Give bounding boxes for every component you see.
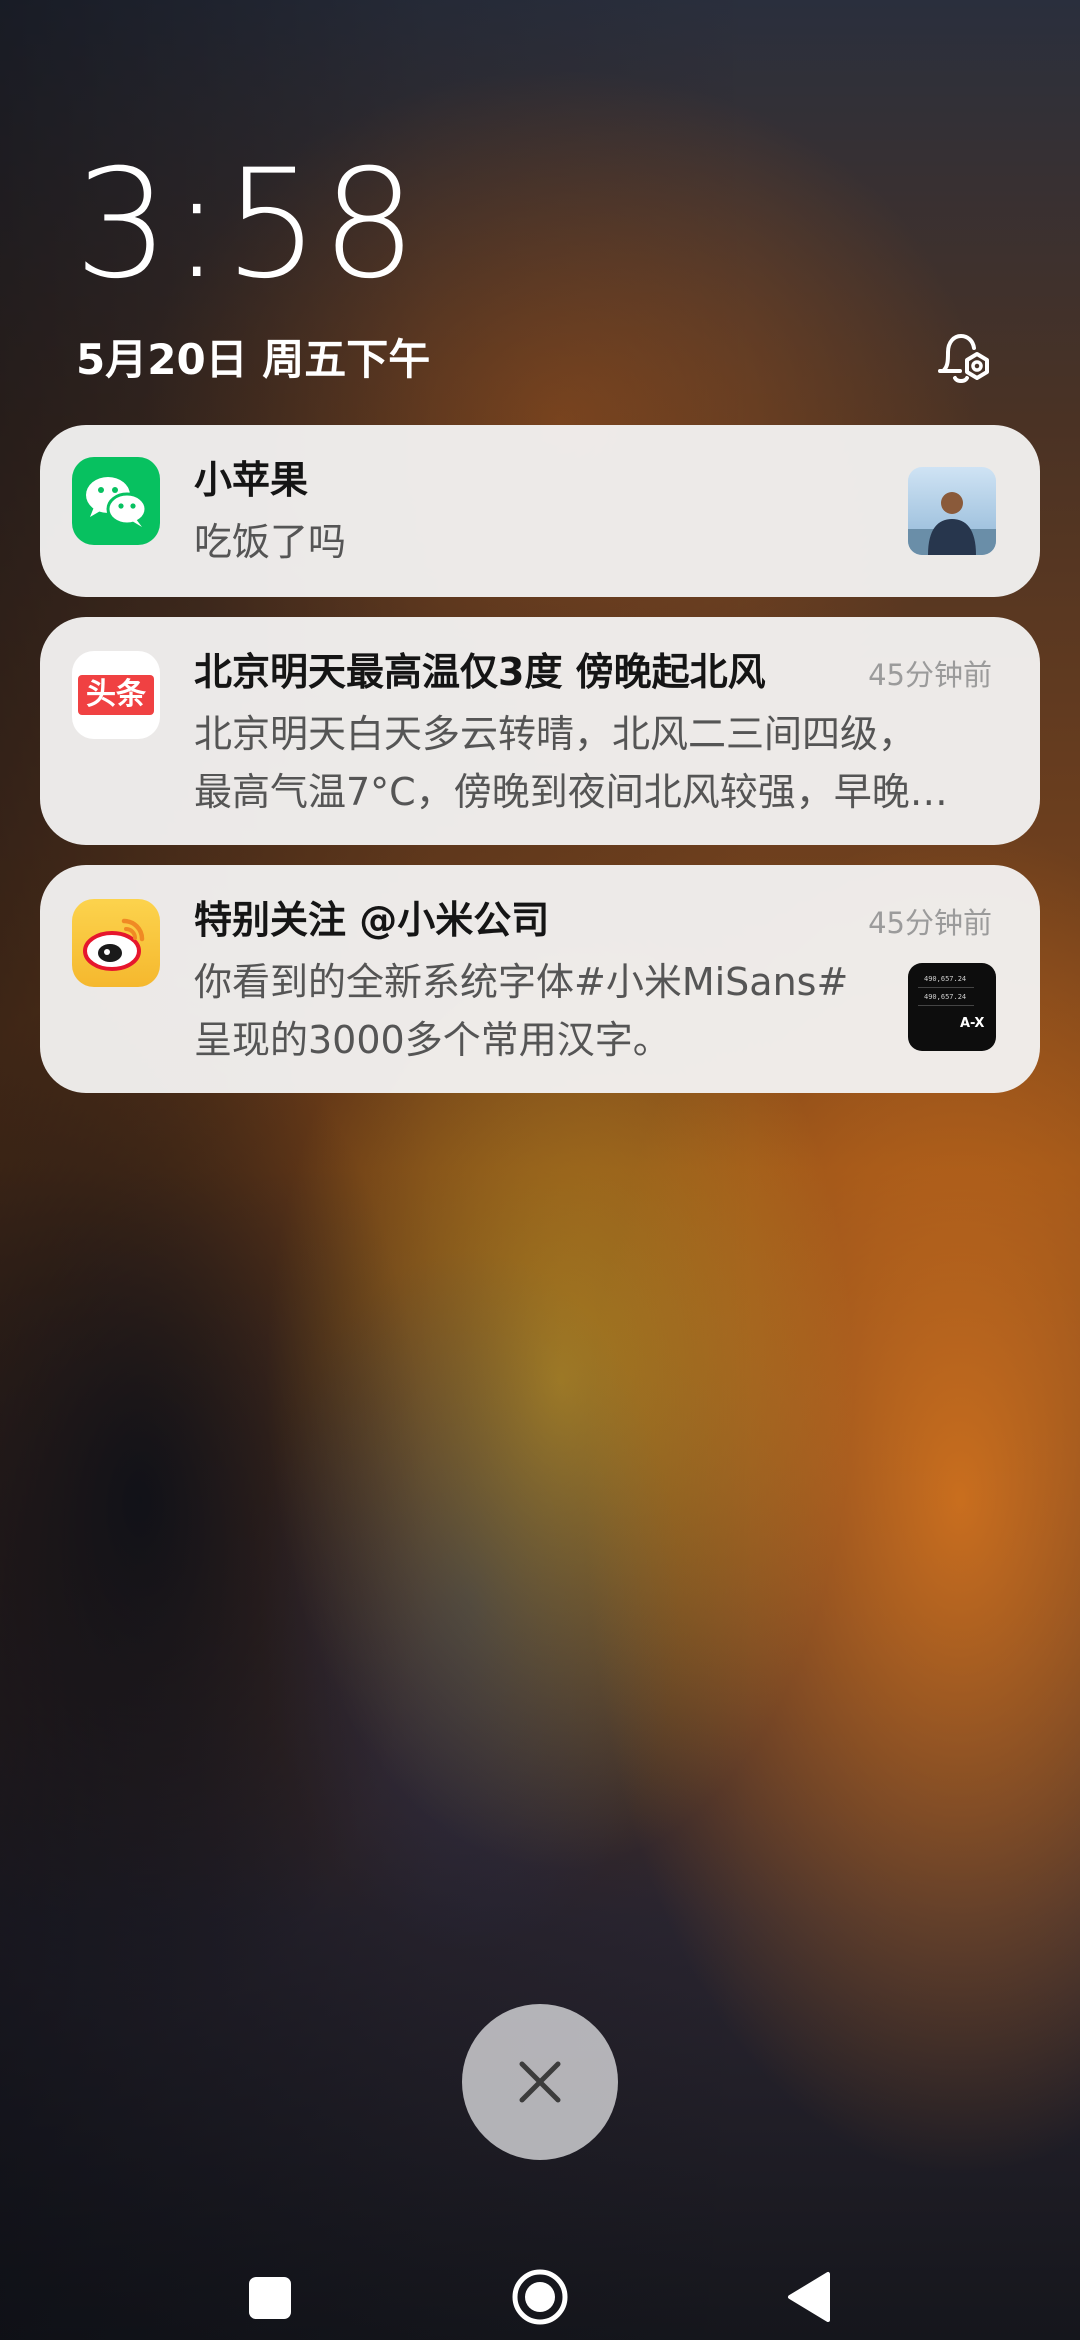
home-button[interactable] bbox=[511, 2268, 569, 2326]
wechat-logo-icon bbox=[86, 477, 148, 527]
back-button[interactable] bbox=[786, 2270, 832, 2324]
notification-body: 你看到的全新系统字体#小米MiSans# 呈现的3000多个常用汉字。 bbox=[194, 953, 954, 1069]
toutiao-app-icon: 头条 bbox=[72, 651, 160, 739]
wechat-app-icon bbox=[72, 457, 160, 545]
notification-settings-button[interactable] bbox=[930, 326, 996, 392]
system-navigation-bar bbox=[0, 2190, 1080, 2340]
contact-avatar-thumbnail bbox=[908, 467, 996, 555]
post-image-thumbnail: 490,657.24 490,657.24 A-X bbox=[908, 963, 996, 1051]
notification-body: 吃饭了吗 bbox=[194, 513, 794, 571]
notification-time: 45分钟前 bbox=[868, 906, 992, 940]
notification-body-line: 吃饭了吗 bbox=[194, 520, 347, 564]
toutiao-logo-badge: 头条 bbox=[78, 675, 154, 715]
calc-divider bbox=[918, 987, 974, 988]
calc-line: 490,657.24 bbox=[924, 975, 967, 983]
circle-icon bbox=[512, 2269, 568, 2325]
toutiao-logo-text: 头条 bbox=[86, 677, 146, 712]
notification-wechat[interactable]: 小苹果 吃饭了吗 bbox=[40, 425, 1040, 597]
calc-label: A-X bbox=[960, 1016, 985, 1031]
close-icon bbox=[519, 2061, 561, 2103]
calc-line: 490,657.24 bbox=[924, 993, 967, 1001]
clear-notifications-button[interactable] bbox=[462, 2004, 618, 2160]
notification-title: 小苹果 bbox=[194, 458, 309, 502]
notification-time: 45分钟前 bbox=[868, 658, 992, 692]
person-photo-icon bbox=[908, 467, 996, 555]
lockscreen-clock: 3:58 bbox=[74, 138, 419, 312]
lockscreen-date: 5月20日 周五下午 bbox=[76, 335, 431, 384]
notification-body-line: 最高气温7°C，傍晚到夜间北风较强，早晚… bbox=[194, 770, 948, 814]
weibo-app-icon bbox=[72, 899, 160, 987]
bell-settings-icon bbox=[938, 333, 989, 383]
notification-title: 北京明天最高温仅3度 傍晚起北风 bbox=[194, 650, 766, 694]
calculator-screenshot: 490,657.24 490,657.24 A-X bbox=[908, 963, 996, 1051]
notification-weibo[interactable]: 特别关注 @小米公司 45分钟前 你看到的全新系统字体#小米MiSans# 呈现… bbox=[40, 865, 1040, 1093]
notification-toutiao[interactable]: 头条 北京明天最高温仅3度 傍晚起北风 45分钟前 北京明天白天多云转晴，北风二… bbox=[40, 617, 1040, 845]
triangle-back-icon bbox=[788, 2272, 830, 2322]
recents-button[interactable] bbox=[249, 2277, 291, 2319]
notification-body-line: 你看到的全新系统字体#小米MiSans# bbox=[194, 960, 849, 1004]
notification-body-line: 呈现的3000多个常用汉字。 bbox=[194, 1018, 671, 1062]
notification-title: 特别关注 @小米公司 bbox=[194, 898, 550, 942]
weibo-logo-icon bbox=[83, 918, 145, 971]
notification-body: 北京明天白天多云转晴，北风二三间四级， 最高气温7°C，傍晚到夜间北风较强，早晚… bbox=[194, 705, 1040, 821]
notification-body-line: 北京明天白天多云转晴，北风二三间四级， bbox=[194, 712, 917, 756]
calc-divider bbox=[918, 1005, 974, 1006]
